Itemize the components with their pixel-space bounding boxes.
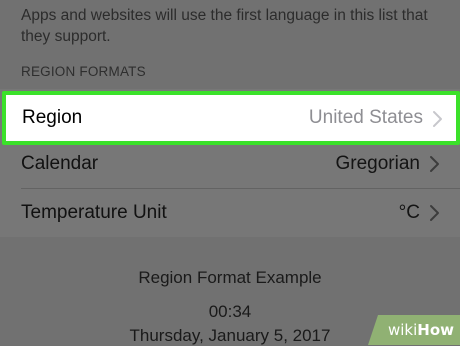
region-formats-header: REGION FORMATS xyxy=(21,64,146,79)
region-label: Region xyxy=(22,107,83,128)
temperature-unit-label: Temperature Unit xyxy=(21,202,167,223)
settings-screen: Apps and websites will use the first lan… xyxy=(0,0,460,345)
watermark-text: wikiHow xyxy=(387,321,454,339)
region-row[interactable]: Region United States xyxy=(2,91,460,145)
chevron-right-icon xyxy=(433,111,442,127)
region-value: United States xyxy=(308,107,423,128)
temperature-unit-value: °C xyxy=(398,202,420,223)
example-title: Region Format Example xyxy=(138,268,322,287)
calendar-row[interactable]: Calendar Gregorian xyxy=(0,139,460,188)
chevron-right-icon xyxy=(430,156,439,172)
wikihow-watermark: wikiHow xyxy=(368,315,460,345)
chevron-right-icon xyxy=(430,205,439,221)
language-footer-note: Apps and websites will use the first lan… xyxy=(21,7,428,45)
temperature-unit-row[interactable]: Temperature Unit °C xyxy=(0,188,460,237)
region-formats-list: Calendar Gregorian Temperature Unit °C R… xyxy=(0,89,460,238)
calendar-label: Calendar xyxy=(21,153,99,174)
calendar-value: Gregorian xyxy=(335,153,421,174)
